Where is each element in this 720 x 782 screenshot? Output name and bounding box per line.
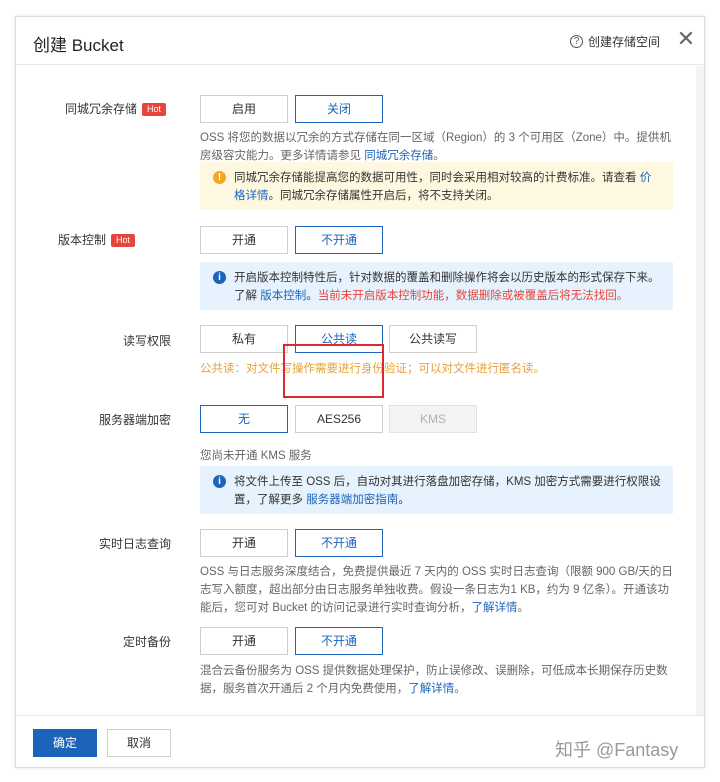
kms-status: 您尚未开通 KMS 服务 (200, 450, 312, 462)
hot-badge: Hot (110, 234, 135, 247)
encryption-notice: i 将文件上传至 OSS 后，自动对其进行落盘加密存储，KMS 加密方式需要进行… (200, 466, 673, 514)
versioning-option-enable[interactable]: 开通 (200, 226, 288, 254)
realtime-log-option-disable[interactable]: 不开通 (295, 529, 383, 557)
acl-option-public-read-write[interactable]: 公共读写 (389, 325, 477, 353)
versioning-notice: i 开启版本控制特性后，针对数据的覆盖和删除操作将会以历史版本的形式保存下来。了… (200, 262, 673, 310)
encryption-notice-end: 。 (398, 494, 410, 506)
redundancy-doc-link[interactable]: 同城冗余存储 (364, 150, 433, 162)
encryption-option-kms: KMS (389, 405, 477, 433)
redundancy-option-enable[interactable]: 启用 (200, 95, 288, 123)
backup-label: 定时备份 (122, 635, 171, 649)
redundancy-desc-end: 。 (433, 150, 445, 162)
versioning-warning-text: 当前未开启版本控制功能，数据删除或被覆盖后将无法找回。 (317, 290, 629, 302)
create-bucket-dialog: 创建 Bucket ? 创建存储空间 ✕ 同城冗余存储 Hot 启用 关闭 OSS… (15, 16, 705, 768)
question-circle-icon: ? (569, 35, 583, 48)
redundancy-description: OSS 将您的数据以冗余的方式存储在同一区域（Region）的 3 个可用区（Z… (200, 129, 675, 165)
acl-label: 读写权限 (122, 334, 171, 348)
backup-details-link[interactable]: 了解详情 (408, 683, 454, 695)
warning-icon: ! (213, 171, 226, 184)
close-icon[interactable]: ✕ (674, 27, 698, 51)
info-icon: i (213, 271, 226, 284)
acl-warning: 公共读：对文件写操作需要进行身份验证；可以对文件进行匿名读。 (200, 363, 545, 375)
acl-option-private[interactable]: 私有 (200, 325, 288, 353)
encryption-option-none[interactable]: 无 (200, 405, 288, 433)
backup-description: 混合云备份服务为 OSS 提供数据处理保护，防止误修改、误删除，可低成本长期保存… (200, 662, 675, 698)
redundancy-notice-text: 同城冗余存储能提高您的数据可用性，同时会采用相对较高的计费标准。请查看 (234, 172, 640, 184)
realtime-log-label: 实时日志查询 (98, 537, 171, 551)
backup-desc-end: 。 (454, 683, 466, 695)
realtime-log-description: OSS 与日志服务深度结合，免费提供最近 7 天内的 OSS 实时日志查询（限额… (200, 563, 675, 617)
realtime-log-option-enable[interactable]: 开通 (200, 529, 288, 557)
encryption-guide-link[interactable]: 服务器端加密指南 (306, 494, 398, 506)
versioning-option-disable[interactable]: 不开通 (295, 226, 383, 254)
encryption-notice-text: 将文件上传至 OSS 后，自动对其进行落盘加密存储，KMS 加密方式需要进行权限… (234, 476, 661, 506)
versioning-label: 版本控制 Hot (16, 231, 135, 248)
redundancy-label: 同城冗余存储 Hot (16, 100, 166, 117)
help-label: 创建存储空间 (587, 35, 660, 49)
dialog-header: 创建 Bucket ? 创建存储空间 ✕ (16, 17, 704, 65)
redundancy-notice-end: 。同城冗余存储属性开启后，将不支持关闭。 (268, 190, 499, 202)
scrollbar-track[interactable] (696, 66, 704, 716)
encryption-option-aes256[interactable]: AES256 (295, 405, 383, 433)
dialog-title: 创建 Bucket (33, 36, 124, 55)
backup-option-disable[interactable]: 不开通 (295, 627, 383, 655)
versioning-doc-link[interactable]: 版本控制 (260, 290, 306, 302)
info-icon: i (213, 475, 226, 488)
redundancy-label-text: 同城冗余存储 (64, 102, 137, 116)
confirm-button[interactable]: 确定 (33, 729, 97, 757)
realtime-log-desc-end: 。 (517, 602, 530, 614)
dialog-body: 同城冗余存储 Hot 启用 关闭 OSS 将您的数据以冗余的方式存储在同一区域（R… (16, 66, 704, 716)
help-link[interactable]: ? 创建存储空间 (569, 33, 660, 50)
versioning-label-text: 版本控制 (57, 233, 106, 247)
redundancy-option-disable[interactable]: 关闭 (295, 95, 383, 123)
redundancy-notice: ! 同城冗余存储能提高您的数据可用性，同时会采用相对较高的计费标准。请查看 价格… (200, 162, 673, 210)
versioning-notice-sep: 。 (306, 290, 318, 302)
realtime-log-details-link[interactable]: 了解详情 (472, 602, 518, 614)
watermark-text: 知乎 @Fantasy (555, 740, 679, 760)
encryption-label: 服务器端加密 (98, 413, 171, 427)
realtime-log-desc-text: OSS 与日志服务深度结合，免费提供最近 7 天内的 OSS 实时日志查询（限额… (200, 566, 673, 614)
highlight-annotation-box (283, 344, 384, 398)
backup-option-enable[interactable]: 开通 (200, 627, 288, 655)
cancel-button[interactable]: 取消 (107, 729, 171, 757)
hot-badge: Hot (141, 103, 166, 116)
